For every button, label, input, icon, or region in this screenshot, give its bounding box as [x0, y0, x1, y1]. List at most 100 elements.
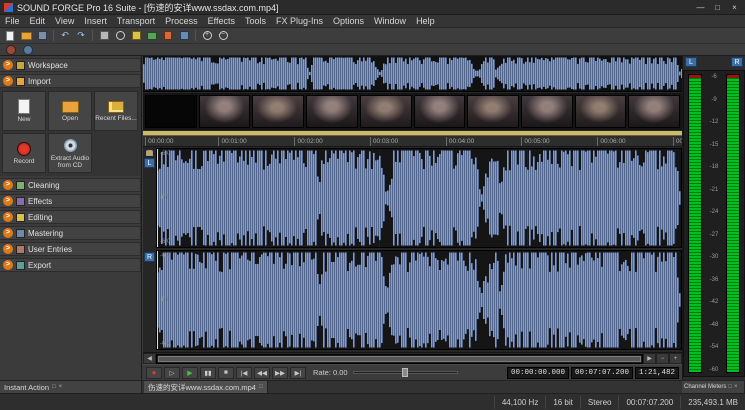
stop-button[interactable]: ■ — [218, 367, 234, 379]
menu-edit[interactable]: Edit — [25, 15, 51, 28]
minimize-button[interactable]: — — [692, 1, 709, 14]
meter-left-badge[interactable]: L — [685, 57, 697, 67]
pause-button[interactable]: ▮▮ — [200, 367, 216, 379]
maximize-button[interactable]: □ — [709, 1, 726, 14]
sidebar-section-mastering[interactable]: > Mastering — [0, 226, 141, 240]
time-ruler[interactable]: 00:00:00 00:01:00 00:02:00 00:03:00 00:0… — [143, 136, 682, 147]
db-scale-label: -6.0 — [160, 239, 170, 245]
expand-arrow-icon[interactable]: > — [3, 228, 13, 238]
edit-tool-button[interactable] — [97, 29, 111, 42]
menu-effects[interactable]: Effects — [203, 15, 240, 28]
menu-options[interactable]: Options — [328, 15, 369, 28]
menu-file[interactable]: File — [0, 15, 25, 28]
import-record-button[interactable]: Record — [2, 133, 46, 173]
playhead-cursor[interactable] — [157, 149, 158, 247]
video-frame[interactable] — [628, 95, 680, 128]
menu-process[interactable]: Process — [160, 15, 203, 28]
import-open-button[interactable]: Open — [48, 91, 92, 131]
float-panel-icon[interactable]: □ — [728, 384, 732, 390]
expand-arrow-icon[interactable]: > — [3, 212, 13, 222]
float-panel-icon[interactable]: □ — [52, 384, 56, 390]
scroll-right-button[interactable]: ▶ — [643, 353, 656, 364]
open-file-button[interactable] — [19, 29, 33, 42]
video-frame[interactable] — [414, 95, 466, 128]
sidebar-section-cleaning[interactable]: > Cleaning — [0, 178, 141, 192]
instant-action-tab[interactable]: Instant Action □ × — [0, 381, 142, 393]
save-button[interactable] — [35, 29, 49, 42]
video-frame[interactable] — [145, 95, 197, 128]
envelope-tool-button[interactable] — [145, 29, 159, 42]
rate-slider-thumb[interactable] — [402, 368, 408, 377]
left-channel-waveform[interactable]: -6.0 -inf. -6.0 — [156, 148, 682, 248]
video-frame[interactable] — [575, 95, 627, 128]
horizontal-scrollbar[interactable] — [156, 354, 643, 364]
play-all-button[interactable]: ▷ — [164, 367, 180, 379]
scrollbar-thumb[interactable] — [158, 356, 641, 362]
playhead-cursor[interactable] — [157, 251, 158, 349]
menu-tools[interactable]: Tools — [240, 15, 271, 28]
zoom-out-button[interactable]: − — [216, 29, 230, 42]
expand-arrow-icon[interactable]: > — [3, 260, 13, 270]
left-meter-bar — [688, 74, 702, 373]
forward-button[interactable]: ▶▶ — [272, 367, 288, 379]
video-frame[interactable] — [199, 95, 251, 128]
meter-right-badge[interactable]: R — [731, 57, 743, 67]
import-new-button[interactable]: New — [2, 91, 46, 131]
video-frame[interactable] — [252, 95, 304, 128]
sidebar-section-effects[interactable]: > Effects — [0, 194, 141, 208]
overview-waveform[interactable] — [143, 56, 682, 92]
record-options-button[interactable] — [4, 43, 18, 56]
pencil-tool-button[interactable] — [129, 29, 143, 42]
right-channel-waveform[interactable]: -6.0 -inf. -6.0 — [156, 250, 682, 350]
menu-help[interactable]: Help — [411, 15, 440, 28]
undo-button[interactable]: ↶ — [58, 29, 72, 42]
tab-maximize-icon[interactable]: □ — [259, 384, 263, 390]
go-to-start-button[interactable]: |◀ — [236, 367, 252, 379]
import-recent-files-button[interactable]: Recent Files... — [94, 91, 138, 131]
sidebar-section-import[interactable]: > Import — [0, 74, 141, 88]
expand-arrow-icon[interactable]: > — [3, 196, 13, 206]
menu-view[interactable]: View — [50, 15, 79, 28]
video-frame[interactable] — [360, 95, 412, 128]
marker-button[interactable] — [161, 29, 175, 42]
sidebar-section-export[interactable]: > Export — [0, 258, 141, 272]
close-panel-icon[interactable]: × — [734, 384, 738, 390]
redo-button[interactable]: ↷ — [74, 29, 88, 42]
meters-area[interactable]: -6-9 -12-15 -18-21 -24-27 -30-36 -42-48 … — [683, 70, 745, 377]
record-button[interactable]: ● — [146, 367, 162, 379]
sidebar-section-editing[interactable]: > Editing — [0, 210, 141, 224]
menu-fx-plugins[interactable]: FX Plug-Ins — [271, 15, 328, 28]
sidebar-section-user-entries[interactable]: > User Entries — [0, 242, 141, 256]
rewind-button[interactable]: ◀◀ — [254, 367, 270, 379]
rate-slider[interactable] — [353, 368, 458, 377]
video-frame[interactable] — [306, 95, 358, 128]
go-to-end-button[interactable]: ▶| — [290, 367, 306, 379]
scroll-left-button[interactable]: ◀ — [143, 353, 156, 364]
right-channel-badge[interactable]: R — [144, 252, 155, 262]
new-file-button[interactable] — [3, 29, 17, 42]
menu-insert[interactable]: Insert — [79, 15, 112, 28]
zoom-in-button[interactable]: + — [200, 29, 214, 42]
document-tab[interactable]: 伤速的安详www.ssdax.com.mp4 □ — [144, 381, 268, 393]
expand-arrow-icon[interactable]: > — [3, 180, 13, 190]
zoom-out-time-button[interactable]: − — [656, 353, 669, 364]
monitor-button[interactable] — [21, 43, 35, 56]
extract-audio-cd-button[interactable]: Extract Audio from CD — [48, 133, 92, 173]
video-frame[interactable] — [467, 95, 519, 128]
snap-button[interactable] — [177, 29, 191, 42]
video-frame[interactable] — [521, 95, 573, 128]
close-panel-icon[interactable]: × — [59, 384, 63, 390]
left-channel-badge[interactable]: L — [144, 158, 155, 168]
play-button[interactable]: ▶ — [182, 367, 198, 379]
expand-arrow-icon[interactable]: > — [3, 244, 13, 254]
menu-transport[interactable]: Transport — [112, 15, 160, 28]
magnify-tool-button[interactable] — [113, 29, 127, 42]
channel-meters-tab[interactable]: Channel Meters □ × — [682, 381, 745, 393]
expand-arrow-icon[interactable]: > — [3, 76, 13, 86]
sidebar-section-workspace[interactable]: > Workspace — [0, 58, 141, 72]
close-button[interactable]: × — [726, 1, 743, 14]
expand-arrow-icon[interactable]: > — [3, 60, 13, 70]
menu-window[interactable]: Window — [369, 15, 411, 28]
lock-icon[interactable] — [146, 150, 153, 156]
zoom-in-time-button[interactable]: + — [669, 353, 682, 364]
